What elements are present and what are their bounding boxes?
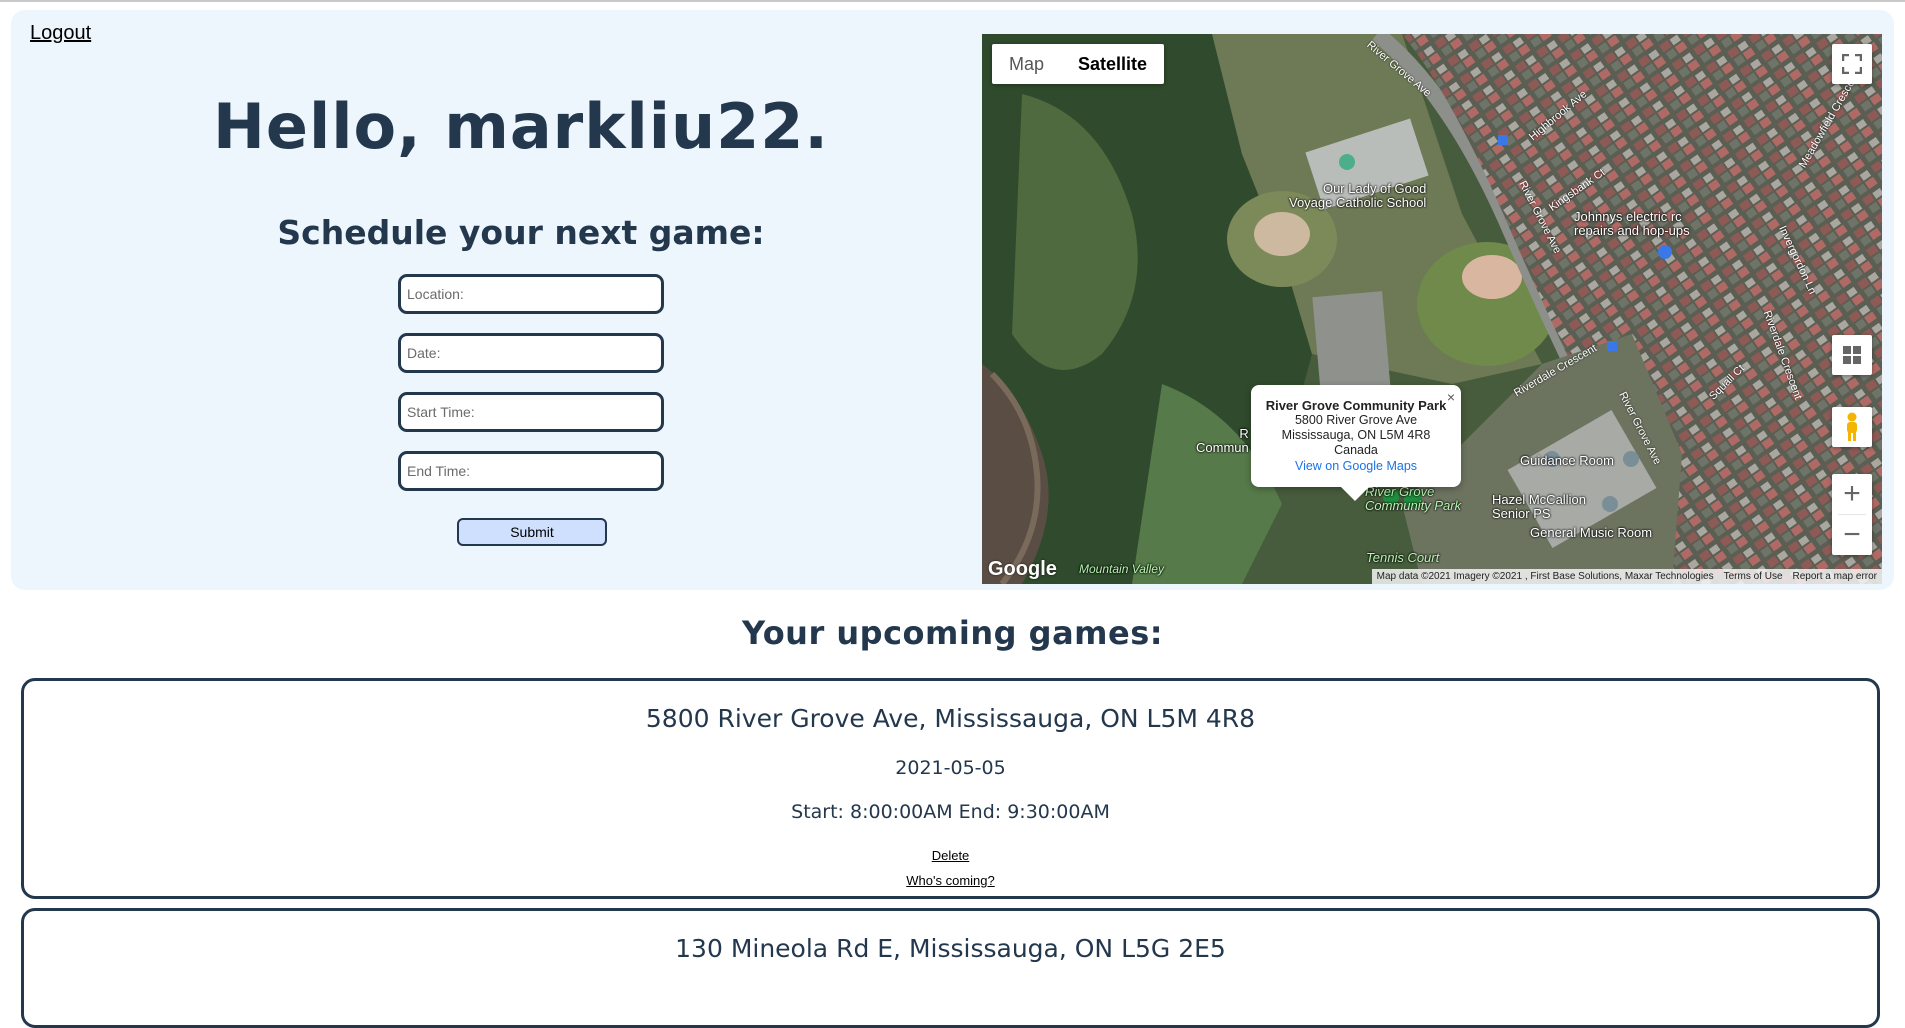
zoom-out-button[interactable]: −	[1832, 515, 1872, 555]
game-card: 5800 River Grove Ave, Mississauga, ON L5…	[21, 678, 1880, 899]
view-on-google-maps-link[interactable]: View on Google Maps	[1251, 458, 1461, 474]
grid-icon	[1843, 346, 1861, 364]
terms-of-use-link[interactable]: Terms of Use	[1719, 571, 1788, 582]
game-card: 130 Mineola Rd E, Mississauga, ON L5G 2E…	[21, 908, 1880, 1028]
map-footer: Map data ©2021 Imagery ©2021 , First Bas…	[1371, 569, 1882, 584]
info-window-title: River Grove Community Park	[1265, 398, 1447, 413]
map-label-hazel: Hazel McCallion Senior PS	[1492, 492, 1586, 521]
map-type-toggle: Map Satellite	[992, 44, 1165, 84]
zoom-in-button[interactable]: +	[1832, 474, 1872, 514]
greeting-heading: Hello, markliu22.	[213, 90, 829, 163]
info-window-street: 5800 River Grove Ave	[1294, 413, 1418, 427]
logout-link[interactable]: Logout	[30, 22, 91, 45]
map-type-satellite-button[interactable]: Satellite	[1061, 44, 1164, 84]
start-time-input[interactable]	[398, 392, 664, 432]
game-address: 130 Mineola Rd E, Mississauga, ON L5G 2E…	[675, 934, 1226, 963]
map-info-window: × River Grove Community Park 5800 River …	[1251, 385, 1461, 501]
upcoming-games-heading: Your upcoming games:	[741, 614, 1164, 652]
schedule-panel: Logout Hello, markliu22. Schedule your n…	[11, 10, 1894, 590]
report-map-error-link[interactable]: Report a map error	[1788, 571, 1882, 582]
close-icon[interactable]: ×	[1447, 389, 1455, 405]
google-logo: Google	[988, 558, 1057, 580]
map-label-mountain-valley: Mountain Valley	[1079, 562, 1164, 576]
date-input[interactable]	[398, 333, 664, 373]
end-time-input[interactable]	[398, 451, 664, 491]
map-view[interactable]: Our Lady of Good Voyage Catholic School J…	[982, 34, 1882, 584]
info-window-country: Canada	[1334, 443, 1378, 457]
info-window-city: Mississauga, ON L5M 4R8	[1281, 428, 1431, 442]
whos-coming-link[interactable]: Who's coming?	[24, 873, 1877, 888]
map-attribution: Map data ©2021 Imagery ©2021 , First Bas…	[1376, 571, 1714, 582]
street-view-pegman[interactable]	[1832, 407, 1872, 447]
delete-link[interactable]: Delete	[24, 848, 1877, 863]
map-label-school: Our Lady of Good Voyage Catholic School	[1289, 181, 1427, 210]
map-type-map-button[interactable]: Map	[992, 44, 1061, 84]
map-label-park: River Grove Community Park	[1365, 484, 1462, 513]
submit-button[interactable]: Submit	[457, 518, 607, 546]
game-date: 2021-05-05	[895, 757, 1006, 779]
fullscreen-icon	[1842, 54, 1862, 74]
game-time: Start: 8:00:00AM End: 9:30:00AM	[791, 801, 1110, 823]
map-label-tennis: Tennis Court	[1366, 550, 1440, 565]
zoom-control: + −	[1832, 474, 1872, 555]
location-input[interactable]	[398, 274, 664, 314]
map-label-johnnys: Johnnys electric rc repairs and hop-ups	[1574, 209, 1690, 238]
map-label-music: General Music Room	[1530, 525, 1653, 540]
layers-button[interactable]	[1832, 335, 1872, 375]
map-label-community-partial: R Commun	[1196, 426, 1249, 455]
game-address: 5800 River Grove Ave, Mississauga, ON L5…	[645, 704, 1256, 733]
schedule-heading: Schedule your next game:	[277, 213, 765, 252]
fullscreen-button[interactable]	[1832, 44, 1872, 84]
map-label-guidance: Guidance Room	[1520, 453, 1614, 468]
pegman-icon	[1847, 412, 1857, 441]
